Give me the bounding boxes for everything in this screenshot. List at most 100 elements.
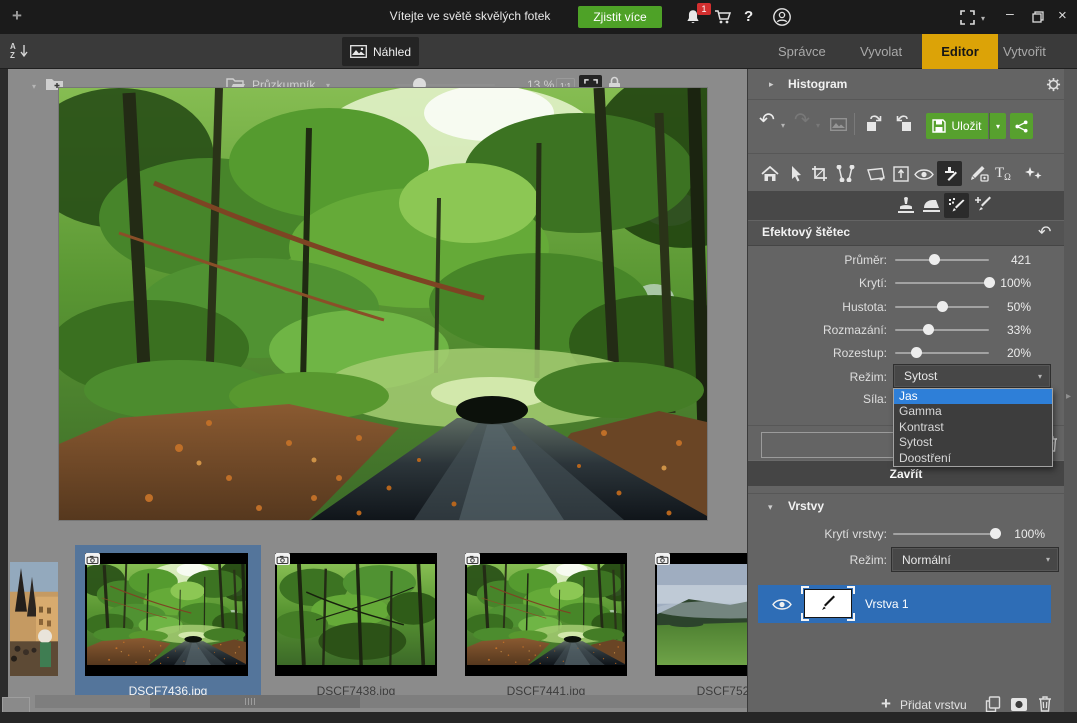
slider-track[interactable] xyxy=(895,259,989,261)
cart-icon[interactable] xyxy=(714,9,732,25)
tab-spravce[interactable]: Správce xyxy=(778,34,826,69)
sort-icon[interactable]: AZ xyxy=(10,42,16,60)
filmstrip-cell-selected[interactable]: DSCF7436.jpg xyxy=(75,545,261,706)
slider-value: 33% xyxy=(994,323,1031,337)
slider-track[interactable] xyxy=(895,306,989,308)
brush-plus-subtool-icon[interactable] xyxy=(974,195,994,215)
home-tool-icon[interactable] xyxy=(761,166,779,182)
panel-collapse-arrow-icon[interactable]: ▸ xyxy=(1066,391,1071,402)
sort-arrow-icon xyxy=(20,44,28,58)
layers-collapse-icon[interactable]: ▾ xyxy=(768,502,773,513)
slider-thumb[interactable] xyxy=(937,301,948,312)
tab-editor[interactable]: Editor xyxy=(922,34,998,69)
layer-opacity-thumb[interactable] xyxy=(990,528,1001,539)
dropdown-item-doostreni[interactable]: Doostření xyxy=(894,451,1052,466)
effect-brush-header: Efektový štětec ↶ xyxy=(748,221,1064,246)
redo-caret[interactable]: ▾ xyxy=(816,121,820,130)
delete-layer-trash-icon[interactable] xyxy=(1038,695,1052,712)
effect-brush-subtool-selected[interactable] xyxy=(944,193,969,218)
share-button[interactable] xyxy=(1010,113,1033,139)
preview-tab-label: Náhled xyxy=(373,45,411,59)
filmstrip-cell[interactable]: DSCF7441.jpg xyxy=(455,545,637,706)
effects-stars-tool-icon[interactable] xyxy=(1024,166,1044,182)
slider-track[interactable] xyxy=(895,329,989,331)
layer-name: Vrstva 1 xyxy=(865,597,909,611)
layers-title: Vrstvy xyxy=(788,499,824,513)
main-photo-canvas[interactable] xyxy=(59,88,707,520)
slider-track[interactable] xyxy=(895,282,989,284)
close-button[interactable]: × xyxy=(1058,7,1067,24)
dropdown-item-gamma[interactable]: Gamma xyxy=(894,404,1052,419)
brush-mode-combobox[interactable]: Sytost ▾ xyxy=(893,364,1051,388)
redo-icon[interactable]: ↷ xyxy=(794,109,810,132)
layer-thumbnail[interactable] xyxy=(804,589,852,618)
iron-subtool-icon[interactable] xyxy=(921,198,942,213)
filmstrip-scrollbar-thumb[interactable] xyxy=(150,695,360,708)
rotate-left-icon[interactable] xyxy=(864,113,886,133)
place-tool-icon[interactable] xyxy=(893,166,909,182)
layer-mask-icon[interactable] xyxy=(1010,697,1028,712)
brush-mode-value: Sytost xyxy=(894,369,1038,383)
stamp-subtool-icon[interactable] xyxy=(896,196,916,215)
side-panel: ▸ ▸ Histogram ↶ ▾ ↷ ▾ xyxy=(747,69,1077,723)
camera-badge-icon xyxy=(465,553,480,565)
straighten-tool-icon[interactable] xyxy=(835,165,861,182)
fullscreen-icon[interactable] xyxy=(960,10,975,25)
retouch-brush-tool-icon[interactable] xyxy=(968,165,990,183)
preview-tab[interactable]: Náhled xyxy=(342,37,419,66)
minimize-button[interactable]: – xyxy=(1006,5,1014,21)
dropdown-item-jas[interactable]: Jas xyxy=(894,389,1052,404)
rotate-right-icon[interactable] xyxy=(892,113,914,133)
view-eye-tool-icon[interactable] xyxy=(914,168,934,181)
zoom-slider-track[interactable] xyxy=(395,84,495,86)
filmstrip-cell[interactable]: DSCF7521.jpg xyxy=(645,545,747,706)
save-button[interactable]: Uložit xyxy=(926,113,988,139)
slider-value: 100% xyxy=(994,276,1031,290)
layer-visibility-eye-icon[interactable] xyxy=(772,598,792,611)
text-tool-icon[interactable]: TΩ xyxy=(995,165,1011,182)
slider-thumb[interactable] xyxy=(911,347,922,358)
dropdown-item-kontrast[interactable]: Kontrast xyxy=(894,420,1052,435)
slider-value: 50% xyxy=(994,300,1031,314)
filmstrip-cell[interactable]: DSCF7438.jpg xyxy=(265,545,447,706)
learn-more-button[interactable]: Zjistit více xyxy=(578,6,662,28)
slider-track[interactable] xyxy=(895,352,989,354)
layer-row-selected[interactable]: Vrstva 1 xyxy=(758,585,1051,623)
crop-tool-icon[interactable] xyxy=(811,165,828,182)
duplicate-layer-icon[interactable] xyxy=(985,696,1001,713)
thumbnail-image xyxy=(657,564,747,665)
filmstrip-scrollbar-track[interactable] xyxy=(35,695,747,708)
tab-vyvolat[interactable]: Vyvolat xyxy=(860,34,902,69)
deform-tool-icon[interactable] xyxy=(866,167,886,181)
history-image-icon[interactable] xyxy=(830,118,847,131)
window-bottom-edge xyxy=(0,712,1077,723)
slider-label: Hustota: xyxy=(748,300,887,314)
slider-thumb[interactable] xyxy=(929,254,940,265)
tab-vytvorit[interactable]: Vytvořit xyxy=(1003,34,1046,69)
slider-thumb[interactable] xyxy=(923,324,934,335)
settings-gear-icon[interactable] xyxy=(1046,77,1061,92)
restore-button[interactable] xyxy=(1032,11,1044,23)
layer-opacity-track[interactable] xyxy=(893,533,995,535)
effect-brush-tool-selected[interactable] xyxy=(937,161,962,186)
selection-arrow-tool-icon[interactable] xyxy=(790,165,803,182)
filmstrip: DSCF7436.jpg DSCF7438.jpg DSCF7441.jpg D… xyxy=(0,540,747,712)
layer-mode-combobox[interactable]: Normální ▾ xyxy=(891,547,1059,572)
help-icon[interactable]: ? xyxy=(744,8,753,25)
sort-caret[interactable]: ▾ xyxy=(32,82,36,91)
account-icon[interactable] xyxy=(772,7,792,27)
undo-caret[interactable]: ▾ xyxy=(781,121,785,130)
reset-back-icon[interactable]: ↶ xyxy=(1038,222,1051,242)
new-tab-button[interactable]: + xyxy=(12,6,22,26)
effect-brush-title: Efektový štětec xyxy=(762,225,850,239)
dropdown-item-sytost[interactable]: Sytost xyxy=(894,435,1052,450)
thumbnail-frame xyxy=(465,553,627,676)
save-options-caret[interactable]: ▾ xyxy=(989,113,1006,139)
layer-opacity-label: Krytí vrstvy: xyxy=(748,527,887,541)
thumbnail-partial[interactable] xyxy=(10,562,58,676)
add-layer-plus-icon[interactable]: + xyxy=(881,694,891,714)
undo-icon[interactable]: ↶ xyxy=(759,109,775,132)
fullscreen-dropdown-caret[interactable]: ▾ xyxy=(981,14,985,23)
add-layer-button[interactable]: Přidat vrstvu xyxy=(900,698,967,712)
histogram-expand-icon[interactable]: ▸ xyxy=(769,79,774,90)
